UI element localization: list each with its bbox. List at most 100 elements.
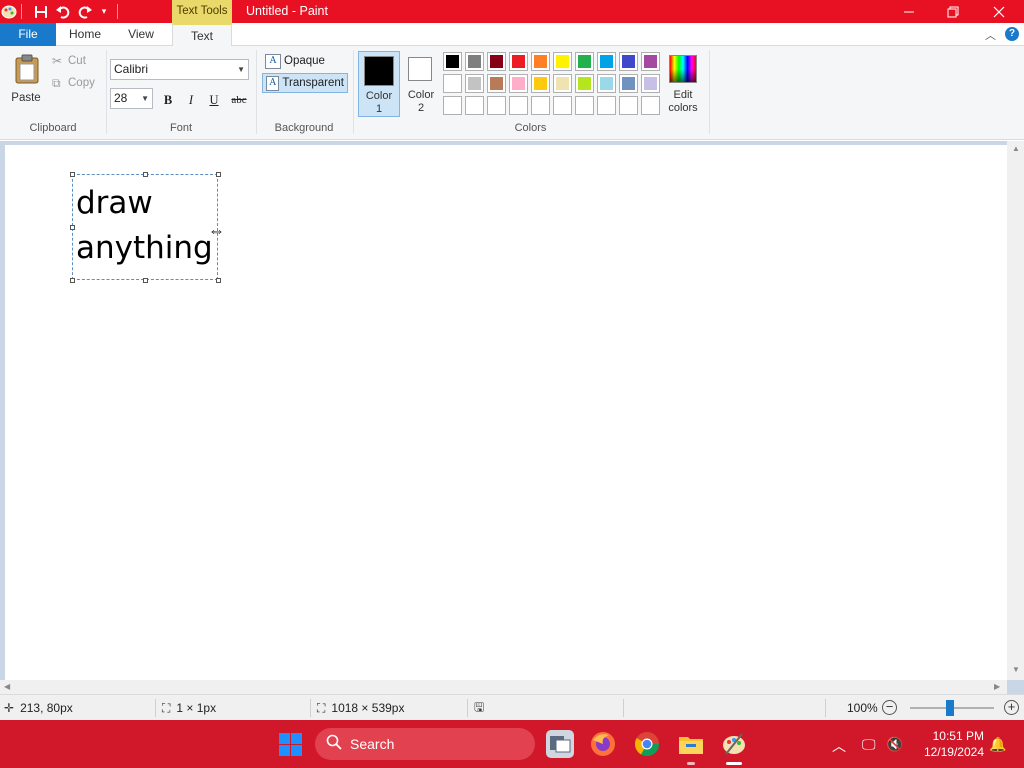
network-icon[interactable]: 🖵: [862, 736, 876, 753]
font-group-label: Font: [169, 122, 192, 134]
palette-swatch[interactable]: [465, 52, 484, 71]
taskbar-search[interactable]: Search: [315, 728, 535, 760]
custom-color-slot[interactable]: [619, 96, 638, 115]
restore-button[interactable]: [930, 0, 976, 23]
transparent-button[interactable]: A Transparent: [262, 73, 348, 93]
palette-swatch[interactable]: [487, 74, 506, 93]
paint-taskbar-icon[interactable]: [720, 730, 748, 758]
paste-button[interactable]: Paste: [6, 50, 46, 110]
redo-icon[interactable]: [76, 3, 94, 20]
underline-button[interactable]: U: [204, 90, 224, 110]
custom-color-slot[interactable]: [465, 96, 484, 115]
save-icon[interactable]: [32, 3, 50, 20]
close-button[interactable]: [976, 0, 1022, 23]
italic-button[interactable]: I: [181, 90, 201, 110]
chrome-icon[interactable]: [633, 730, 661, 758]
horizontal-resize-cursor-icon: ⇔: [208, 221, 225, 240]
palette-swatch[interactable]: [553, 74, 572, 93]
color2-button[interactable]: Color 2: [402, 51, 440, 117]
palette-swatch[interactable]: [509, 74, 528, 93]
firefox-icon[interactable]: [589, 730, 617, 758]
bold-button[interactable]: B: [158, 90, 178, 110]
color2-swatch: [408, 57, 432, 81]
horizontal-scrollbar[interactable]: ◀ ▶: [0, 680, 1007, 694]
custom-color-slot[interactable]: [575, 96, 594, 115]
opaque-button[interactable]: A Opaque: [262, 51, 348, 71]
zoom-in-button[interactable]: +: [1004, 700, 1019, 715]
palette-swatch[interactable]: [487, 52, 506, 71]
palette-swatch[interactable]: [619, 74, 638, 93]
custom-color-slot[interactable]: [597, 96, 616, 115]
paste-label: Paste: [11, 92, 41, 104]
copy-button[interactable]: ⧉ Copy: [52, 74, 95, 92]
tab-text[interactable]: Text: [172, 23, 232, 47]
customize-quick-access-icon[interactable]: ▾: [95, 3, 113, 20]
palette-swatch[interactable]: [641, 52, 660, 71]
custom-color-slot[interactable]: [531, 96, 550, 115]
strikethrough-button[interactable]: abc: [227, 90, 251, 110]
text-line: anything: [76, 230, 213, 266]
resize-handle[interactable]: [143, 172, 148, 177]
minimize-button[interactable]: [886, 0, 932, 23]
custom-color-slot[interactable]: [509, 96, 528, 115]
paint-app-icon[interactable]: [0, 3, 18, 20]
resize-handle[interactable]: [70, 225, 75, 230]
clock[interactable]: 10:51 PM 12/19/2024: [916, 728, 984, 760]
undo-icon[interactable]: [54, 3, 72, 20]
custom-color-slot[interactable]: [553, 96, 572, 115]
custom-color-slot[interactable]: [487, 96, 506, 115]
scroll-down-icon[interactable]: ▼: [1012, 665, 1020, 674]
palette-swatch[interactable]: [597, 74, 616, 93]
palette-swatch[interactable]: [531, 52, 550, 71]
palette-swatch[interactable]: [597, 52, 616, 71]
resize-handle[interactable]: [216, 278, 221, 283]
text-box[interactable]: draw anything: [70, 172, 221, 283]
palette-swatch[interactable]: [465, 74, 484, 93]
zoom-slider-thumb[interactable]: [946, 700, 954, 716]
scroll-up-icon[interactable]: ▲: [1012, 144, 1020, 153]
palette-swatch[interactable]: [531, 74, 550, 93]
cut-button[interactable]: ✂ Cut: [52, 52, 86, 70]
start-button[interactable]: [279, 733, 302, 756]
volume-muted-icon[interactable]: 🔇: [886, 736, 903, 753]
help-icon[interactable]: ?: [1005, 27, 1019, 41]
scroll-right-icon[interactable]: ▶: [994, 682, 1000, 691]
tab-file[interactable]: File: [0, 23, 56, 46]
scroll-left-icon[interactable]: ◀: [4, 682, 10, 691]
palette-swatch[interactable]: [443, 52, 462, 71]
resize-handle[interactable]: [216, 172, 221, 177]
font-size-select[interactable]: 28 ▼: [110, 88, 153, 109]
color2-label: Color 2: [407, 89, 435, 114]
edit-colors-button[interactable]: Edit colors: [664, 51, 702, 117]
color1-button[interactable]: Color 1: [358, 51, 400, 117]
status-separator: [623, 699, 624, 717]
tab-view[interactable]: View: [116, 23, 166, 46]
task-view-icon[interactable]: [546, 730, 574, 758]
notifications-icon[interactable]: 🔔: [989, 736, 1006, 753]
vertical-scrollbar[interactable]: ▲ ▼: [1007, 141, 1024, 680]
palette-color-fill: [534, 55, 547, 68]
text-box-content[interactable]: draw anything: [76, 181, 213, 271]
resize-handle[interactable]: [143, 278, 148, 283]
custom-color-slot[interactable]: [443, 96, 462, 115]
group-separator: [709, 50, 710, 134]
palette-swatch[interactable]: [553, 52, 572, 71]
custom-color-slot[interactable]: [641, 96, 660, 115]
palette-swatch[interactable]: [575, 52, 594, 71]
selection-size: ⛶ 1 × 1px: [162, 700, 217, 716]
drawing-canvas[interactable]: draw anything ⇔: [5, 145, 1007, 680]
tab-home[interactable]: Home: [60, 23, 110, 46]
palette-swatch[interactable]: [509, 52, 528, 71]
file-explorer-icon[interactable]: [677, 730, 705, 758]
palette-swatch[interactable]: [575, 74, 594, 93]
minimize-ribbon-icon[interactable]: ︿: [985, 27, 996, 43]
zoom-out-button[interactable]: −: [882, 700, 897, 715]
palette-swatch[interactable]: [443, 74, 462, 93]
palette-swatch[interactable]: [641, 74, 660, 93]
font-family-select[interactable]: Calibri ▼: [110, 59, 249, 80]
palette-swatch[interactable]: [619, 52, 638, 71]
show-hidden-icons-icon[interactable]: ︿: [832, 736, 846, 756]
resize-handle[interactable]: [70, 172, 75, 177]
clipboard-group-label: Clipboard: [29, 122, 77, 134]
resize-handle[interactable]: [70, 278, 75, 283]
